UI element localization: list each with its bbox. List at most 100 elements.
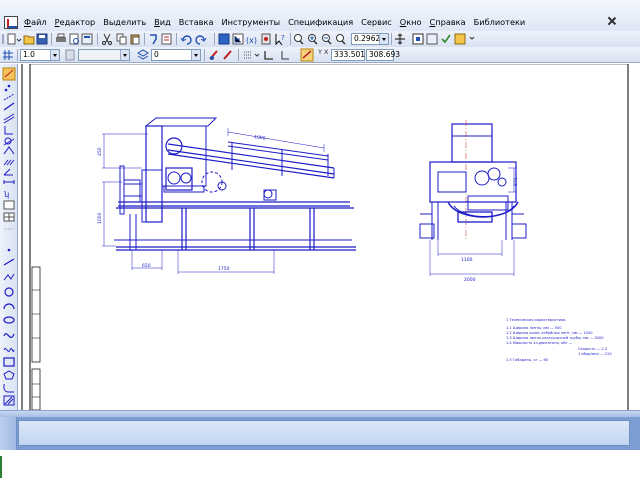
svg-text:ʮ: ʮ [4,190,9,199]
menu-window[interactable]: Окно [396,17,426,28]
polygon-tool-icon[interactable] [3,370,15,380]
coord-y-field[interactable]: 308.693 [366,49,400,61]
layer-icon[interactable] [137,49,149,60]
circle-tool-icon[interactable] [4,287,14,297]
coord-x-field[interactable]: 333.501 [331,49,365,61]
menu-editor[interactable]: Редактор [51,17,100,28]
style-field[interactable] [78,49,130,61]
zoom-in-icon[interactable] [308,34,318,45]
tree-icon[interactable] [232,33,244,45]
save-icon[interactable] [36,33,48,45]
hatch-tool-icon[interactable] [3,395,15,406]
show-all-icon[interactable] [412,33,424,45]
calculator-icon[interactable] [261,33,271,45]
wave-tool-icon[interactable] [3,348,15,352]
geometry-panel-icon[interactable] [2,67,16,81]
redo-icon[interactable] [195,35,207,45]
tangent-icon[interactable] [3,137,15,146]
close-document-icon[interactable] [608,17,616,25]
dimension-small-icon[interactable] [3,180,15,184]
refresh-icon[interactable] [426,33,438,45]
point-curve-icon[interactable] [7,248,11,252]
print-icon[interactable] [56,33,66,42]
snap-active-icon[interactable] [300,48,314,62]
dim-right-inner: 1100 [461,257,473,263]
pan-icon[interactable] [395,33,405,45]
layer-value: 0 [154,50,159,59]
layer-dropdown-icon[interactable] [191,50,200,60]
line-tool-icon[interactable] [3,258,15,266]
menu-libraries[interactable]: Библиотеки [470,17,530,28]
menu-specification[interactable]: Спецификация [284,17,357,28]
variables-icon[interactable]: (x) [246,36,257,45]
style-icon[interactable] [65,49,75,61]
properties-panel-content[interactable] [18,420,630,446]
grid-toggle-icon[interactable] [244,51,252,59]
cut-icon[interactable] [102,33,112,45]
segment-icon[interactable] [3,102,15,111]
properties-panel-handle[interactable] [0,417,17,450]
format-painter-icon[interactable] [150,34,157,45]
drawing-canvas[interactable]: 1000 450 1000 650 1750 1100 2000 870 1 Т… [18,64,640,410]
status-bar [0,450,640,480]
text-tool-icon[interactable] [3,200,15,210]
ortho-icon[interactable] [264,51,273,60]
manager-icon[interactable] [218,33,230,45]
properties-icon[interactable] [81,33,93,45]
new-document-icon[interactable] [7,33,16,45]
zoom-window-icon[interactable] [294,34,304,45]
grid-snap-icon[interactable] [3,50,13,60]
panel-splitter[interactable] [0,410,640,417]
symbol-icon[interactable]: ʮ [4,190,9,199]
auxiliary-line-icon[interactable] [3,93,15,101]
menu-file[interactable]: Файл [20,17,51,28]
new-dropdown-icon[interactable] [16,38,22,42]
zoom-dynamic-icon[interactable] [336,34,346,45]
polyline-icon[interactable] [3,273,15,281]
menu-help[interactable]: Справка [426,17,470,28]
angle-icon[interactable] [3,168,13,176]
menu-select[interactable]: Выделить [99,17,150,28]
open-folder-icon[interactable] [23,35,35,45]
undo-icon[interactable] [180,35,192,45]
side-view [102,117,356,274]
bisector-icon[interactable] [3,146,15,155]
check-icon[interactable] [441,34,451,44]
scale-dropdown-icon[interactable] [50,50,59,60]
dim-bottom-span: 1750 [218,266,230,272]
style-dropdown-icon[interactable] [120,50,129,60]
preview-icon[interactable] [69,33,79,45]
toolbar-more-icon[interactable] [469,36,475,40]
current-state-toolbar: 1.0 0 Y X 333.501 308.693 [0,47,640,63]
library-icon[interactable] [454,33,466,45]
spec-icon[interactable] [161,33,172,45]
ellipse-tool-icon[interactable] [3,316,15,324]
menu-tools[interactable]: Инструменты [217,17,284,28]
zoom-out-icon[interactable] [322,34,332,45]
grid-dropdown-icon[interactable] [254,53,260,57]
arc-tool-icon[interactable] [3,303,15,310]
zoom-dropdown-icon[interactable] [379,34,388,44]
spline-tool-icon[interactable] [3,333,15,339]
fillet-tool-icon[interactable] [3,384,14,393]
rectangle-tool-icon[interactable] [3,357,15,367]
point-tool-icon[interactable] [4,84,11,92]
zoom-field[interactable]: 0.2962 [351,33,389,45]
menu-view[interactable]: Вид [150,17,175,28]
app-document-icon[interactable] [4,16,18,29]
color-icon[interactable] [209,50,218,60]
layer-field[interactable]: 0 [151,49,201,61]
dim-height-left: 450 [97,147,103,156]
line-style-icon[interactable] [223,50,232,60]
table-tool-icon[interactable] [3,212,15,222]
copy-icon[interactable] [116,33,127,45]
menu-insert[interactable]: Вставка [175,17,218,28]
menu-service[interactable]: Сервис [357,17,396,28]
parallel-icon[interactable] [3,113,15,124]
scale-field[interactable]: 1.0 [20,49,60,61]
local-cs-icon[interactable] [281,51,289,60]
hatch-small-icon[interactable] [3,159,15,166]
paste-icon[interactable] [130,34,140,45]
help-cursor-icon[interactable]: ? [275,34,285,46]
perpendicular-icon[interactable] [4,126,13,135]
